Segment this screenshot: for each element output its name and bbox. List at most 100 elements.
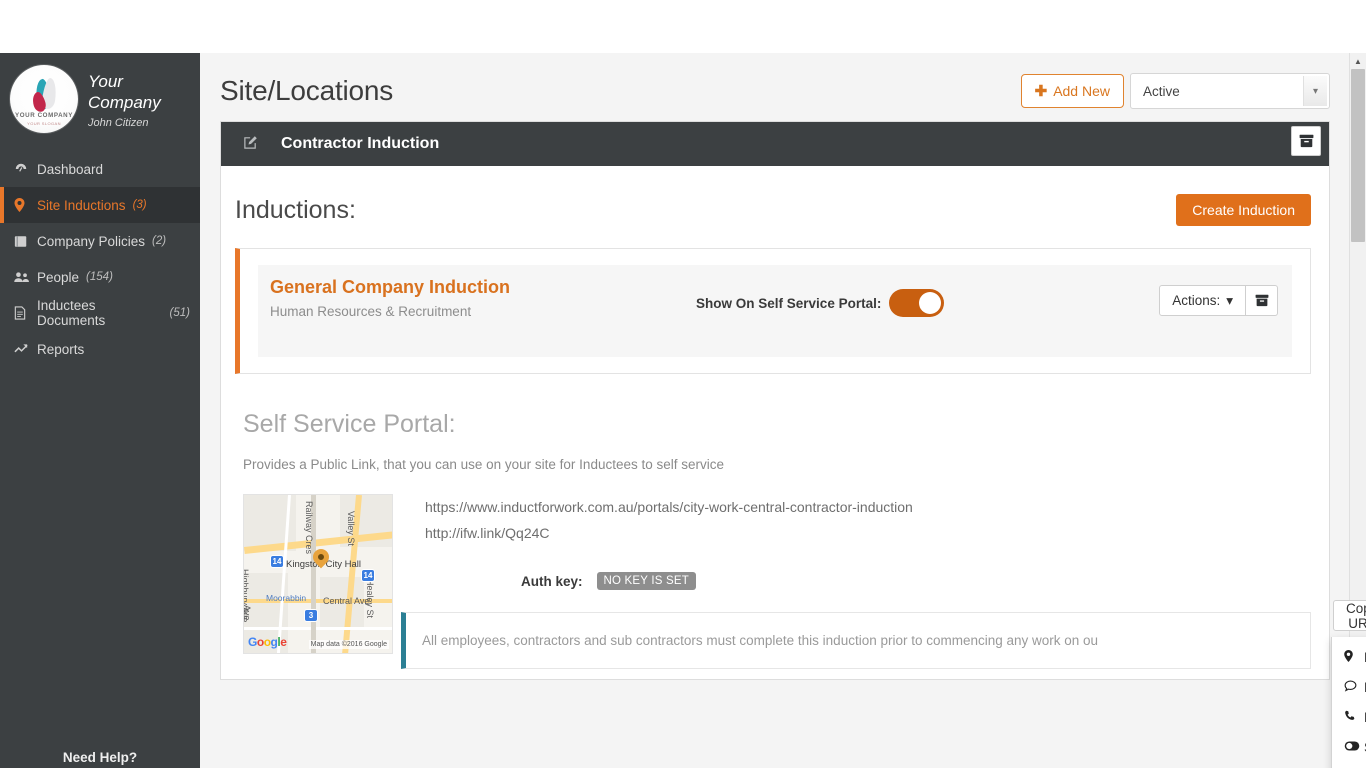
portal-actions-dropdown: Edit Address Edit Special Instructions E… xyxy=(1331,637,1366,768)
phone-icon xyxy=(1344,710,1364,725)
induction-actions-label: Actions: xyxy=(1172,293,1221,308)
auth-key-status-badge: NO KEY IS SET xyxy=(596,572,696,590)
caret-down-icon: ▾ xyxy=(1226,292,1233,308)
sidebar-item-count: (154) xyxy=(86,271,113,283)
self-service-portal-description: Provides a Public Link, that you can use… xyxy=(243,457,725,472)
menu-item-edit-address[interactable]: Edit Address xyxy=(1332,642,1366,672)
induction-name[interactable]: General Company Induction xyxy=(270,277,510,298)
sidebar-item-label: Reports xyxy=(37,341,85,357)
induction-actions-button[interactable]: Actions: ▾ xyxy=(1159,285,1246,316)
map-street xyxy=(244,627,392,630)
sidebar-item-site-inductions[interactable]: Site Inductions (3) xyxy=(0,187,200,223)
brand-text: Your Company John Citizen xyxy=(88,65,190,129)
people-icon xyxy=(14,271,34,283)
add-new-label: Add New xyxy=(1053,83,1110,99)
map-label: Central Ave xyxy=(323,596,370,606)
self-service-portal-info: https://www.inductforwork.com.au/portals… xyxy=(401,494,1311,669)
sidebar-item-inductees-documents[interactable]: Inductees Documents (51) xyxy=(0,295,200,331)
panel-title: Contractor Induction xyxy=(281,135,440,152)
header-actions: ✚ Add New Active ▾ xyxy=(1020,73,1330,109)
chevron-down-icon: ▾ xyxy=(1303,76,1327,106)
sidebar-item-company-policies[interactable]: Company Policies (2) xyxy=(0,223,200,259)
add-new-button[interactable]: ✚ Add New xyxy=(1020,74,1124,108)
archive-panel-button[interactable] xyxy=(1291,126,1321,156)
page-title: Site/Locations xyxy=(220,75,394,106)
document-icon xyxy=(14,306,34,320)
edit-pencil-icon[interactable] xyxy=(243,135,265,154)
auth-key-label: Auth key: xyxy=(521,573,583,589)
menu-item-edit-special-instructions[interactable]: Edit Special Instructions xyxy=(1332,672,1366,702)
portal-url-short[interactable]: http://ifw.link/Qq24C xyxy=(425,520,1311,546)
map-label: Valley St xyxy=(346,511,356,546)
application-shell: YOUR COMPANY YOUR SLOGAN Your Company Jo… xyxy=(0,53,1366,768)
map-route-shield: 14 xyxy=(270,555,284,568)
chart-line-icon xyxy=(14,343,34,355)
sidebar-item-label: Inductees Documents xyxy=(37,298,106,328)
toggle-icon xyxy=(1344,740,1364,754)
self-service-toggle-label: Show On Self Service Portal: xyxy=(696,295,882,311)
self-service-portal-body: Railway Cres Highbury Ave Valley St Heal… xyxy=(243,494,1311,669)
status-filter-select[interactable]: Active ▾ xyxy=(1130,73,1330,109)
panel-header: Contractor Induction xyxy=(221,122,1329,166)
auth-key-row: Auth key: NO KEY IS SET xyxy=(521,572,1311,590)
create-induction-button[interactable]: Create Induction xyxy=(1176,194,1311,226)
sidebar-item-count: (2) xyxy=(152,235,167,247)
sidebar-item-people[interactable]: People (154) xyxy=(0,259,200,295)
google-logo: Google xyxy=(248,635,287,649)
brand-block: YOUR COMPANY YOUR SLOGAN Your Company Jo… xyxy=(0,53,200,145)
self-service-toggle[interactable] xyxy=(889,289,945,317)
sidebar-item-label: Site Inductions xyxy=(37,197,126,213)
induction-identity: General Company Induction Human Resource… xyxy=(270,277,510,319)
scroll-up-arrow-icon[interactable]: ▲ xyxy=(1350,53,1366,69)
map-attribution: Map data ©2016 Google xyxy=(308,640,389,649)
location-map-thumbnail[interactable]: Railway Cres Highbury Ave Valley St Heal… xyxy=(243,494,393,654)
screenshot-root: YOUR COMPANY YOUR SLOGAN Your Company Jo… xyxy=(0,0,1366,768)
self-service-portal-section: Self Service Portal: Provides a Public L… xyxy=(235,410,1311,669)
sidebar-item-dashboard[interactable]: Dashboard xyxy=(0,151,200,187)
status-filter-value: Active xyxy=(1143,83,1180,99)
inductions-title: Inductions: xyxy=(235,195,356,224)
map-route-shield: 3 xyxy=(304,609,318,622)
self-service-portal-title: Self Service Portal: xyxy=(243,410,456,438)
sidebar-item-label: Dashboard xyxy=(37,161,104,177)
induction-actions-group: Actions: ▾ xyxy=(1159,285,1278,316)
browser-chrome-strip xyxy=(0,0,1366,53)
copy-url-button[interactable]: Copy URL xyxy=(1333,600,1366,631)
sidebar-item-label: People xyxy=(37,269,80,285)
page-header: Site/Locations ✚ Add New Active ▾ xyxy=(200,53,1366,115)
map-pin-icon xyxy=(14,198,34,212)
panel-body: Inductions: Create Induction General Com… xyxy=(221,166,1329,679)
sidebar: YOUR COMPANY YOUR SLOGAN Your Company Jo… xyxy=(0,53,200,768)
menu-item-show-advanced-settings[interactable]: Show Advanced Settings xyxy=(1332,732,1366,762)
archive-induction-button[interactable] xyxy=(1246,285,1278,316)
map-label: Ave xyxy=(243,605,252,621)
contractor-induction-panel: Contractor Induction Inductions: Create … xyxy=(220,121,1330,680)
main-content: Site/Locations ✚ Add New Active ▾ Contra… xyxy=(200,53,1366,768)
portal-url-long[interactable]: https://www.inductforwork.com.au/portals… xyxy=(425,494,1311,520)
company-logo: YOUR COMPANY YOUR SLOGAN xyxy=(10,65,78,133)
menu-item-edit-contact-details[interactable]: Edit Contact Details xyxy=(1332,702,1366,732)
logo-company-text: YOUR COMPANY xyxy=(15,112,73,119)
scrollbar-thumb[interactable] xyxy=(1351,69,1365,242)
dashboard-icon xyxy=(14,162,34,176)
map-label-suburb: Moorabbin xyxy=(266,593,307,603)
need-help-link[interactable]: Need Help? xyxy=(0,750,200,768)
sidebar-item-reports[interactable]: Reports xyxy=(0,331,200,367)
sidebar-nav: Dashboard Site Inductions (3) Company Po… xyxy=(0,151,200,367)
sidebar-item-label: Company Policies xyxy=(37,233,146,249)
map-route-shield: 14 xyxy=(361,569,375,582)
book-icon xyxy=(14,235,34,248)
logo-slogan-text: YOUR SLOGAN xyxy=(27,121,61,126)
company-name: Your Company xyxy=(88,72,161,112)
user-name: John Citizen xyxy=(88,117,149,129)
induction-subtitle: Human Resources & Recruitment xyxy=(270,304,472,319)
plus-icon: ✚ xyxy=(1034,83,1048,100)
self-service-toggle-group: Show On Self Service Portal: xyxy=(696,289,945,317)
induction-card: General Company Induction Human Resource… xyxy=(235,248,1311,374)
induction-row: General Company Induction Human Resource… xyxy=(258,265,1292,357)
sidebar-item-count: (51) xyxy=(169,307,190,319)
map-pin-icon xyxy=(1344,649,1364,665)
sidebar-item-count: (3) xyxy=(132,199,147,211)
map-label: Railway Cres xyxy=(304,501,314,555)
inductions-section-header: Inductions: Create Induction xyxy=(235,194,1311,226)
